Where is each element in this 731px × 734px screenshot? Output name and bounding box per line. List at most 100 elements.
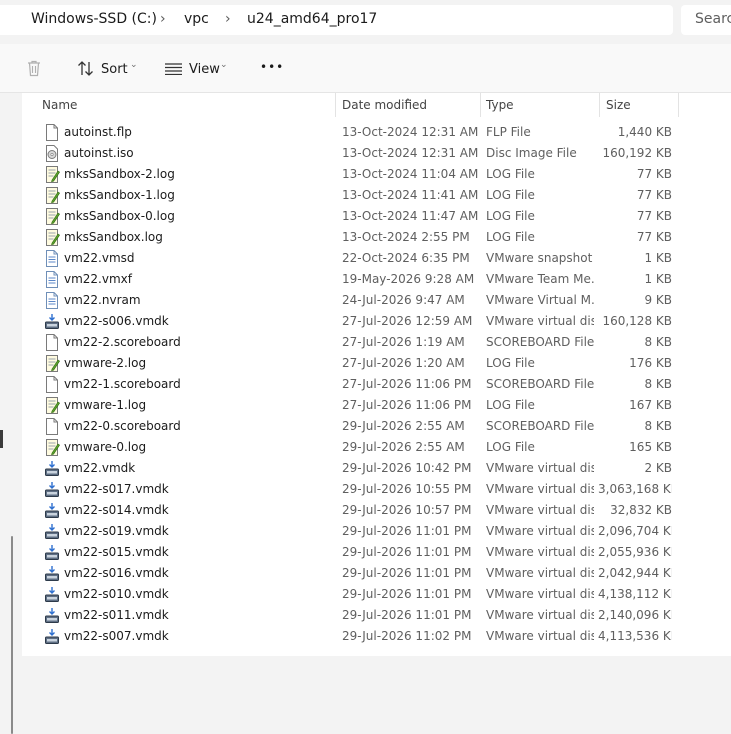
file-row[interactable]: vm22-0.scoreboard 29-Jul-2026 2:55 AM SCOR… <box>22 416 731 437</box>
file-date-modified: 27-Jul-2026 1:19 AM <box>342 335 465 349</box>
file-type: VMware virtual dis... <box>486 461 594 475</box>
navigation-scrollbar[interactable] <box>11 536 13 734</box>
file-type: FLP File <box>486 125 531 139</box>
file-size: 2,042,944 KB <box>598 566 672 580</box>
file-date-modified: 13-Oct-2024 11:47 AM <box>342 209 479 223</box>
file-type: VMware virtual dis... <box>486 524 594 538</box>
sort-dropdown-chevron-icon[interactable]: ⌄ <box>130 60 138 70</box>
breadcrumb-vpc[interactable]: vpc <box>184 11 209 27</box>
file-row[interactable]: vm22-2.scoreboard 27-Jul-2026 1:19 AM SCOR… <box>22 332 731 353</box>
file-size: 4,138,112 KB <box>598 587 672 601</box>
more-options-button[interactable]: ••• <box>260 60 284 74</box>
log-file-icon <box>46 187 60 204</box>
file-row[interactable]: mksSandbox-0.log 13-Oct-2024 11:47 AM LOG … <box>22 206 731 227</box>
file-row[interactable]: vm22-s011.vmdk 29-Jul-2026 11:01 PM VMware… <box>22 605 731 626</box>
file-row[interactable]: vm22-s015.vmdk 29-Jul-2026 11:01 PM VMware… <box>22 542 731 563</box>
file-type: VMware virtual dis... <box>486 587 594 601</box>
file-row[interactable]: vm22-s016.vmdk 29-Jul-2026 11:01 PM VMware… <box>22 563 731 584</box>
file-size: 9 KB <box>644 293 672 307</box>
file-row[interactable]: vm22-s006.vmdk 27-Jul-2026 12:59 AM VMware… <box>22 311 731 332</box>
view-icon[interactable] <box>165 63 182 75</box>
file-row[interactable]: mksSandbox-1.log 13-Oct-2024 11:41 AM LOG … <box>22 185 731 206</box>
vmware-doc-icon <box>46 292 58 309</box>
file-name: vm22-s006.vmdk <box>64 314 169 328</box>
delete-trash-icon[interactable] <box>26 60 42 77</box>
view-dropdown-chevron-icon[interactable]: ⌄ <box>220 60 228 70</box>
file-date-modified: 13-Oct-2024 2:55 PM <box>342 230 470 244</box>
file-row[interactable]: vm22.vmsd 22-Oct-2024 6:35 PM VMware snaps… <box>22 248 731 269</box>
breadcrumb-current-folder[interactable]: u24_amd64_pro17 <box>247 11 377 27</box>
file-row[interactable]: vm22-s014.vmdk 29-Jul-2026 10:57 PM VMware… <box>22 500 731 521</box>
address-bar-row: Windows-SSD (C:) › vpc › u24_amd64_pro17… <box>0 0 731 44</box>
file-row[interactable]: autoinst.flp 13-Oct-2024 12:31 AM FLP File… <box>22 122 731 143</box>
file-name: vm22.nvram <box>64 293 141 307</box>
breadcrumb-chevron-icon[interactable]: › <box>160 11 166 27</box>
file-size: 2 KB <box>644 461 672 475</box>
file-name: vm22-s011.vmdk <box>64 608 169 622</box>
file-row[interactable]: vm22-s019.vmdk 29-Jul-2026 11:01 PM VMware… <box>22 521 731 542</box>
file-row[interactable]: mksSandbox.log 13-Oct-2024 2:55 PM LOG Fil… <box>22 227 731 248</box>
file-size: 77 KB <box>636 230 672 244</box>
file-row[interactable]: vmware-0.log 29-Jul-2026 2:55 AM LOG File 1… <box>22 437 731 458</box>
file-size: 1 KB <box>644 251 672 265</box>
column-header-date[interactable]: Date modified <box>342 98 427 112</box>
address-bar[interactable]: Windows-SSD (C:) › vpc › u24_amd64_pro17 <box>0 5 673 35</box>
vmdk-disk-icon <box>45 482 59 497</box>
file-row[interactable]: vm22.nvram 24-Jul-2026 9:47 AM VMware Virt… <box>22 290 731 311</box>
file-type: SCOREBOARD File <box>486 377 594 391</box>
file-row[interactable]: vm22-s007.vmdk 29-Jul-2026 11:02 PM VMware… <box>22 626 731 647</box>
column-header-name[interactable]: Name <box>42 98 77 112</box>
file-row[interactable]: vm22.vmxf 19-May-2026 9:28 AM VMware Team … <box>22 269 731 290</box>
file-size: 165 KB <box>629 440 672 454</box>
navigation-selection-marker <box>0 430 3 448</box>
file-type: VMware virtual dis... <box>486 314 594 328</box>
file-size: 77 KB <box>636 209 672 223</box>
column-divider[interactable] <box>480 93 481 117</box>
file-type: VMware snapshot ... <box>486 251 594 265</box>
search-input[interactable]: Search <box>695 11 731 27</box>
file-type: Disc Image File <box>486 146 577 160</box>
file-size: 3,063,168 KB <box>598 482 672 496</box>
file-row[interactable]: vm22.vmdk 29-Jul-2026 10:42 PM VMware virt… <box>22 458 731 479</box>
file-row[interactable]: vm22-1.scoreboard 27-Jul-2026 11:06 PM SCO… <box>22 374 731 395</box>
search-box[interactable]: Search <box>681 5 731 35</box>
column-divider[interactable] <box>599 93 600 117</box>
sort-icon[interactable] <box>77 60 95 77</box>
file-name: vm22.vmsd <box>64 251 135 265</box>
file-date-modified: 27-Jul-2026 11:06 PM <box>342 377 472 391</box>
file-date-modified: 27-Jul-2026 1:20 AM <box>342 356 465 370</box>
vmdk-disk-icon <box>45 566 59 581</box>
file-row[interactable]: autoinst.iso 13-Oct-2024 12:31 AM Disc Ima… <box>22 143 731 164</box>
file-type: SCOREBOARD File <box>486 335 594 349</box>
view-button[interactable]: View <box>189 62 220 77</box>
file-row[interactable]: vm22-s017.vmdk 29-Jul-2026 10:55 PM VMware… <box>22 479 731 500</box>
file-date-modified: 29-Jul-2026 10:57 PM <box>342 503 472 517</box>
file-date-modified: 27-Jul-2026 11:06 PM <box>342 398 472 412</box>
file-row[interactable]: vmware-1.log 27-Jul-2026 11:06 PM LOG File… <box>22 395 731 416</box>
file-size: 167 KB <box>629 398 672 412</box>
file-date-modified: 29-Jul-2026 11:01 PM <box>342 524 472 538</box>
breadcrumb-drive[interactable]: Windows-SSD (C:) <box>31 11 157 27</box>
column-divider[interactable] <box>678 93 679 117</box>
column-header-type[interactable]: Type <box>486 98 514 112</box>
command-bar: Sort ⌄ View ⌄ ••• <box>0 44 731 93</box>
sort-button[interactable]: Sort <box>101 62 128 77</box>
file-size: 2,096,704 KB <box>598 524 672 538</box>
file-name: vm22-s019.vmdk <box>64 524 169 538</box>
column-divider[interactable] <box>335 93 336 117</box>
file-date-modified: 27-Jul-2026 12:59 AM <box>342 314 473 328</box>
file-size: 8 KB <box>644 377 672 391</box>
file-type: VMware virtual dis... <box>486 503 594 517</box>
file-row[interactable]: vmware-2.log 27-Jul-2026 1:20 AM LOG File 1… <box>22 353 731 374</box>
file-type: LOG File <box>486 398 535 412</box>
file-date-modified: 13-Oct-2024 11:04 AM <box>342 167 479 181</box>
file-name: vmware-1.log <box>64 398 147 412</box>
breadcrumb-chevron-icon[interactable]: › <box>225 11 231 27</box>
column-header-size[interactable]: Size <box>606 98 631 112</box>
file-row[interactable]: mksSandbox-2.log 13-Oct-2024 11:04 AM LOG … <box>22 164 731 185</box>
file-date-modified: 29-Jul-2026 10:55 PM <box>342 482 472 496</box>
file-name: autoinst.iso <box>64 146 134 160</box>
vmdk-disk-icon <box>45 524 59 539</box>
file-row[interactable]: vm22-s010.vmdk 29-Jul-2026 11:01 PM VMware… <box>22 584 731 605</box>
vmdk-disk-icon <box>45 587 59 602</box>
